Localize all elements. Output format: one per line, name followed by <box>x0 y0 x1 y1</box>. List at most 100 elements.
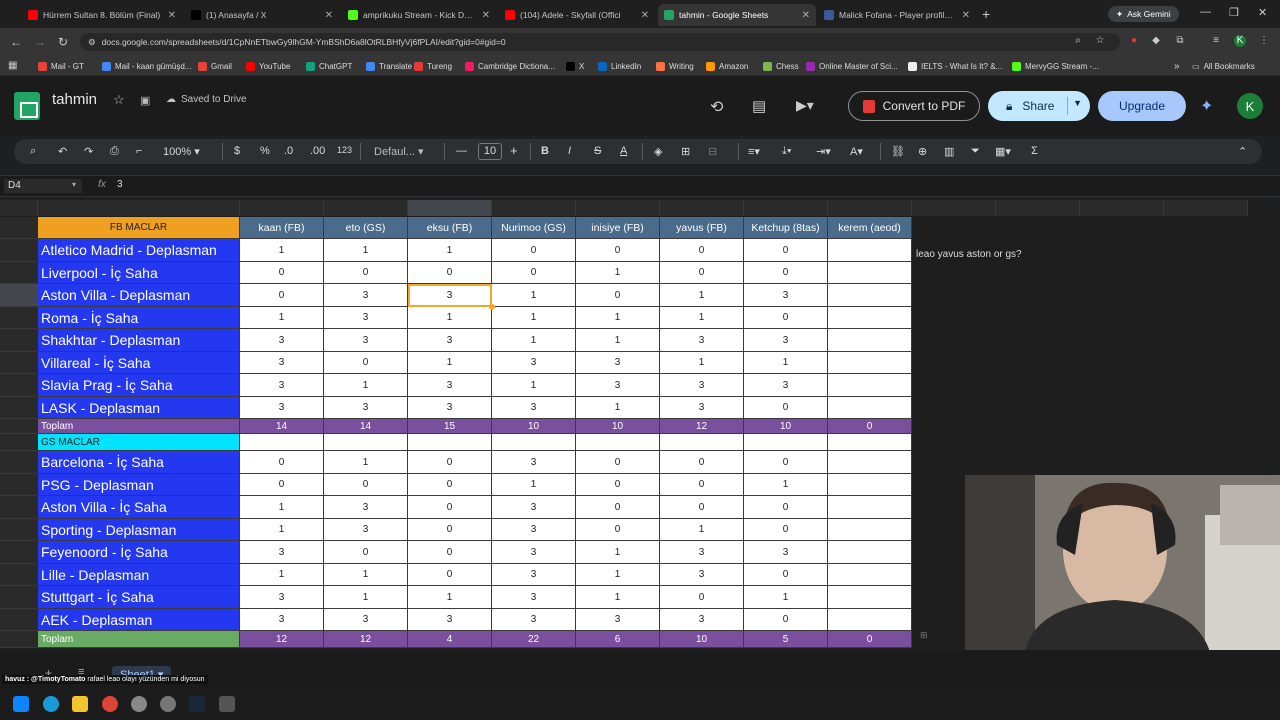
column-header-f[interactable] <box>576 200 660 216</box>
score-cell[interactable]: 1 <box>576 586 660 609</box>
browser-tab[interactable]: Malick Fofana - Player profile 2 ✕ <box>818 4 976 26</box>
column-title[interactable]: yavus (FB) <box>660 217 744 239</box>
row-header-18[interactable] <box>0 586 38 609</box>
score-cell[interactable]: 0 <box>408 519 492 541</box>
empty-cell[interactable] <box>576 434 660 451</box>
edge-icon[interactable] <box>43 696 59 712</box>
address-bar[interactable]: ⚙ docs.google.com/spreadsheets/d/1CpNnETb… <box>80 33 1120 51</box>
fill-color-icon[interactable]: ◈ <box>654 145 662 158</box>
score-cell[interactable]: 3 <box>492 609 576 631</box>
number-format-button[interactable]: 123 <box>337 145 352 155</box>
score-cell[interactable]: 1 <box>744 586 828 609</box>
merge-cells-icon[interactable]: ⊟ <box>708 145 717 158</box>
score-cell[interactable]: 0 <box>744 451 828 474</box>
star-icon[interactable]: ☆ <box>113 92 125 108</box>
match-name[interactable]: Shakhtar - Deplasman <box>38 329 240 352</box>
score-cell[interactable] <box>828 397 912 419</box>
row-header-2[interactable] <box>0 239 38 262</box>
row-header-14[interactable] <box>0 496 38 519</box>
print-icon[interactable]: ⎙ <box>110 145 119 158</box>
column-title[interactable]: kerem (aeod) <box>828 217 912 239</box>
column-header-e[interactable] <box>492 200 576 216</box>
row-header-13[interactable] <box>0 474 38 496</box>
score-cell[interactable]: 1 <box>492 374 576 397</box>
score-cell[interactable]: 3 <box>324 519 408 541</box>
score-cell[interactable] <box>828 609 912 631</box>
score-cell[interactable]: 0 <box>744 239 828 262</box>
score-cell[interactable]: 1 <box>408 352 492 374</box>
browser-tab[interactable]: (104) Adele - Skyfall (Offici ✕ <box>499 4 655 26</box>
back-icon[interactable]: ← <box>10 35 22 49</box>
browser-tab[interactable]: Hürrem Sultan 8. Bölüm (Final) ✕ <box>22 4 182 26</box>
sheets-logo[interactable] <box>14 92 40 120</box>
strikethrough-button[interactable]: S <box>594 145 601 157</box>
insert-link-icon[interactable]: ⛓ <box>891 145 905 158</box>
score-cell[interactable]: 1 <box>576 564 660 586</box>
score-cell[interactable]: 1 <box>660 352 744 374</box>
score-cell[interactable]: 0 <box>660 239 744 262</box>
score-cell[interactable]: 0 <box>744 496 828 519</box>
total-cell[interactable]: 10 <box>660 631 744 648</box>
extension-icon[interactable]: ◆ <box>1150 35 1162 47</box>
score-cell[interactable]: 3 <box>324 307 408 329</box>
score-cell[interactable] <box>828 474 912 496</box>
column-header-d[interactable] <box>408 200 492 216</box>
score-cell[interactable]: 1 <box>492 307 576 329</box>
total-cell[interactable]: 12 <box>660 419 744 434</box>
save-status[interactable]: ☁ Saved to Drive <box>166 94 247 105</box>
score-cell[interactable]: 1 <box>660 519 744 541</box>
total-label[interactable]: Toplam <box>38 419 240 434</box>
score-cell[interactable]: 3 <box>492 397 576 419</box>
bookmark-item[interactable]: YouTube <box>246 59 290 73</box>
score-cell[interactable] <box>828 284 912 307</box>
score-cell[interactable]: 0 <box>408 541 492 564</box>
share-button[interactable]: 🔒︎ Share ▼ <box>988 91 1090 121</box>
row-header-12[interactable] <box>0 451 38 474</box>
score-cell[interactable]: 1 <box>576 262 660 284</box>
new-tab-button[interactable]: + <box>982 6 990 22</box>
score-cell[interactable]: 3 <box>324 496 408 519</box>
score-cell[interactable]: 0 <box>744 397 828 419</box>
percent-format-button[interactable]: % <box>260 145 270 157</box>
search-menus-icon[interactable]: ⌕ <box>30 145 36 158</box>
empty-cell[interactable] <box>324 434 408 451</box>
column-header-m[interactable] <box>1164 200 1248 216</box>
score-cell[interactable] <box>828 262 912 284</box>
score-cell[interactable]: 3 <box>240 329 324 352</box>
score-cell[interactable]: 3 <box>240 586 324 609</box>
decrease-font-size-button[interactable]: — <box>456 145 467 157</box>
bookmark-item[interactable]: Mail - GT <box>38 59 84 73</box>
maximize-icon[interactable]: ❐ <box>1229 6 1239 19</box>
extension-icon[interactable]: ● <box>1128 35 1140 47</box>
score-cell[interactable]: 1 <box>240 496 324 519</box>
column-title[interactable]: FB MACLAR <box>38 217 240 239</box>
score-cell[interactable]: 1 <box>660 307 744 329</box>
formula-input[interactable]: 3 <box>117 179 123 190</box>
document-title[interactable]: tahmin <box>52 91 97 108</box>
empty-cell[interactable] <box>240 434 324 451</box>
total-cell[interactable]: 22 <box>492 631 576 648</box>
column-header-k[interactable] <box>996 200 1080 216</box>
total-cell[interactable]: 12 <box>324 631 408 648</box>
decrease-decimal-button[interactable]: .0 <box>284 145 293 157</box>
score-cell[interactable]: 1 <box>240 564 324 586</box>
row-header-3[interactable] <box>0 262 38 284</box>
score-cell[interactable]: 3 <box>744 284 828 307</box>
score-cell[interactable]: 3 <box>576 374 660 397</box>
score-cell[interactable]: 1 <box>324 451 408 474</box>
score-cell[interactable]: 3 <box>660 397 744 419</box>
score-cell[interactable]: 1 <box>576 541 660 564</box>
score-cell[interactable]: 3 <box>744 541 828 564</box>
score-cell[interactable]: 1 <box>240 239 324 262</box>
close-tab-icon[interactable]: ✕ <box>325 10 333 21</box>
column-header-j[interactable] <box>912 200 996 216</box>
score-cell[interactable]: 1 <box>408 239 492 262</box>
score-cell[interactable]: 3 <box>324 609 408 631</box>
score-cell[interactable]: 0 <box>744 519 828 541</box>
empty-cell[interactable] <box>492 434 576 451</box>
font-size-input[interactable]: 10 <box>478 143 502 160</box>
score-cell[interactable] <box>828 307 912 329</box>
score-cell[interactable]: 0 <box>660 451 744 474</box>
score-cell[interactable]: 1 <box>576 307 660 329</box>
score-cell[interactable]: 0 <box>240 284 324 307</box>
